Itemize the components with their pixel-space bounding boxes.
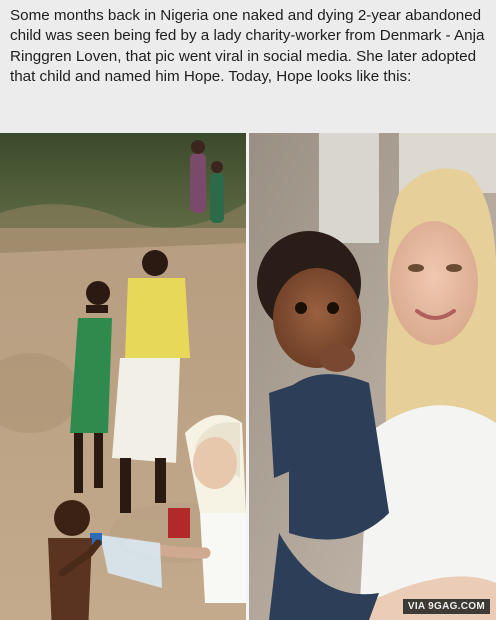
photo-collage: VIA 9GAG.COM [0, 133, 496, 620]
before-photo [0, 133, 246, 620]
watermark-label: VIA 9GAG.COM [402, 599, 490, 614]
post-caption: Some months back in Nigeria one naked an… [10, 7, 485, 85]
after-photo: VIA 9GAG.COM [249, 133, 496, 620]
